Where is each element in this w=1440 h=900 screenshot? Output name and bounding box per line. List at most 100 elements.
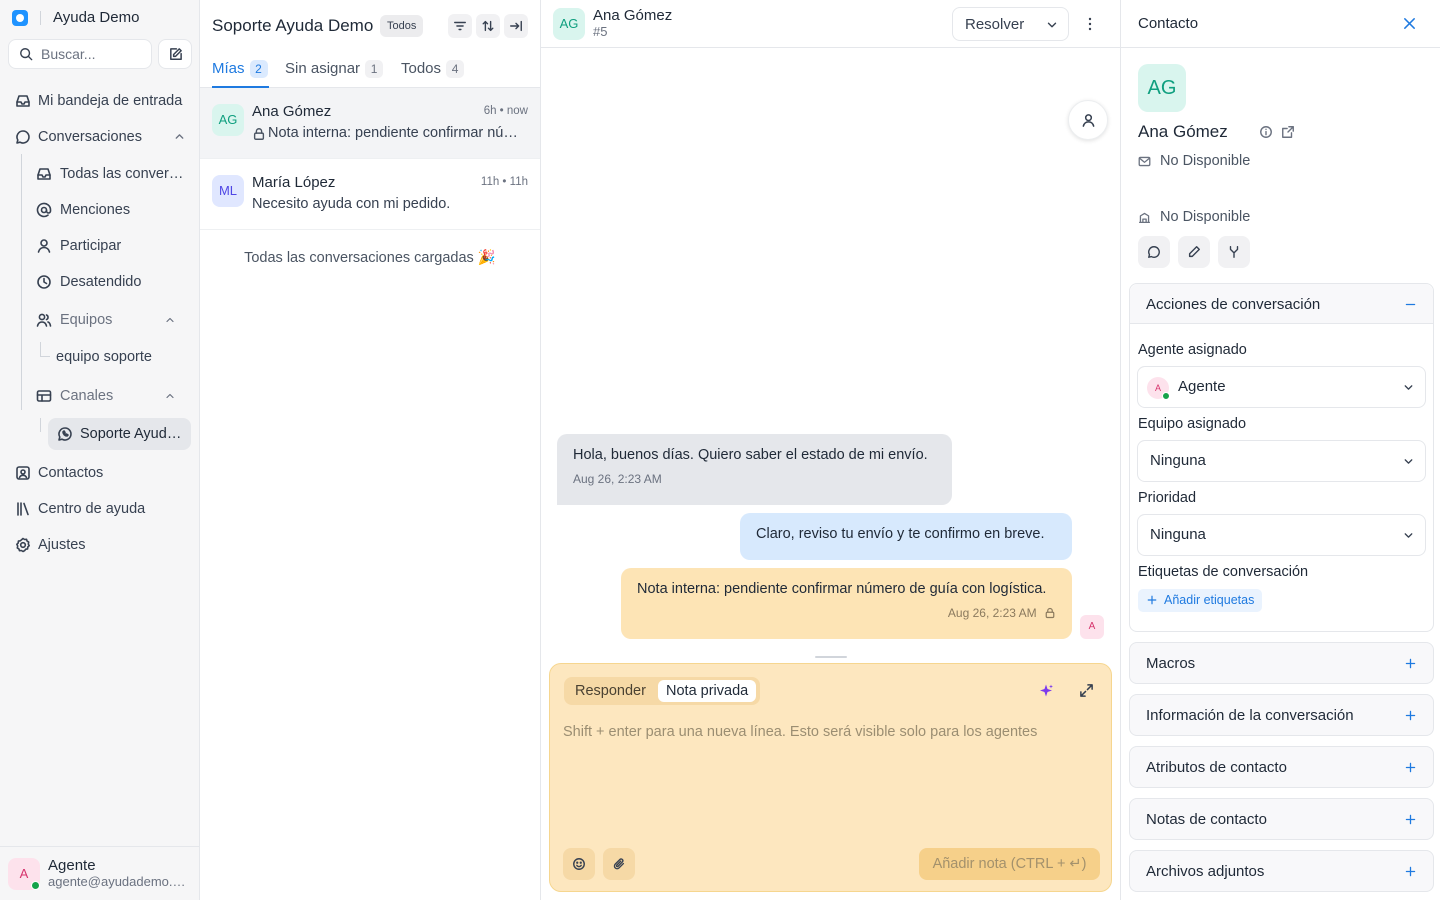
plus-icon[interactable]	[1404, 813, 1417, 826]
info-icon[interactable]	[1259, 125, 1273, 139]
more-options-icon[interactable]	[1082, 16, 1098, 32]
sidebar-item-channels[interactable]: Canales	[30, 380, 192, 412]
filter-button[interactable]	[448, 14, 472, 38]
assigned-agent-select[interactable]: A Agente	[1137, 366, 1426, 408]
contact-attributes-section[interactable]: Atributos de contacto	[1129, 746, 1434, 788]
sender-avatar: A	[1080, 615, 1104, 639]
composer-mode-toggle: Responder Nota privada	[564, 677, 760, 705]
resize-handle[interactable]	[815, 656, 847, 658]
priority-value: Ninguna	[1150, 526, 1206, 543]
private-note-mode-button[interactable]: Nota privada	[658, 680, 757, 702]
section-title: Archivos adjuntos	[1146, 863, 1265, 880]
sidebar-item-participating[interactable]: Participar	[30, 230, 192, 262]
conversation-time: 6h • now	[483, 105, 528, 117]
user-footer[interactable]: A Agente agente@ayudademo.com	[0, 846, 199, 900]
section-title: Atributos de contacto	[1146, 759, 1287, 776]
sidebar-item-team-support[interactable]: equipo soporte	[56, 349, 152, 365]
sidebar-item-channel-active[interactable]: Soporte Ayuda Demo	[48, 418, 191, 450]
sidebar-item-inbox[interactable]: Mi bandeja de entrada	[8, 85, 192, 117]
sidebar-item-label: Ajustes	[38, 537, 86, 553]
sidebar-item-unattended[interactable]: Desatendido	[30, 266, 192, 298]
contact-panel-toggle[interactable]	[1068, 100, 1108, 140]
conversation-contact-name: María López	[252, 174, 336, 191]
sidebar-item-all-conversations[interactable]: Todas las conversaciones	[30, 158, 192, 190]
message-outgoing: Claro, reviso tu envío y te confirmo en …	[740, 513, 1072, 560]
close-icon[interactable]	[1402, 16, 1417, 31]
contact-notes-section[interactable]: Notas de contacto	[1129, 798, 1434, 840]
chevron-up-icon[interactable]	[164, 390, 176, 402]
edit-contact-button[interactable]	[1178, 236, 1210, 268]
section-title: Acciones de conversación	[1146, 296, 1321, 313]
contact-card-icon	[16, 466, 30, 480]
attachments-section[interactable]: Archivos adjuntos	[1129, 850, 1434, 892]
user-name: Agente	[48, 857, 96, 874]
divider	[40, 11, 41, 25]
expand-icon[interactable]	[1079, 683, 1094, 698]
reply-composer: Responder Nota privada Añadir nota (CTRL…	[549, 663, 1112, 892]
conversation-info-section[interactable]: Información de la conversación	[1129, 694, 1434, 736]
sidebar-item-contacts[interactable]: Contactos	[8, 457, 192, 489]
add-labels-button[interactable]: Añadir etiquetas	[1138, 589, 1263, 612]
merge-contact-button[interactable]	[1218, 236, 1250, 268]
chat-bubble-icon	[16, 130, 30, 144]
compose-button[interactable]	[158, 39, 192, 69]
users-icon	[36, 313, 52, 327]
tab-all[interactable]: Todos 4	[401, 60, 465, 78]
avatar[interactable]: AG	[553, 8, 585, 40]
conversation-item[interactable]: ML María López 11h • 11h Necesito ayuda …	[200, 159, 540, 230]
chevron-down-icon[interactable]	[1045, 18, 1059, 32]
search-box[interactable]	[8, 39, 152, 69]
tab-unassigned[interactable]: Sin asignar 1	[285, 60, 384, 78]
sidebar-item-mentions[interactable]: Menciones	[30, 194, 192, 226]
building-icon	[1138, 212, 1151, 224]
conversation-id: #5	[593, 24, 608, 39]
app-logo-icon[interactable]	[12, 10, 28, 26]
filter-icon	[454, 21, 466, 31]
paperclip-icon	[613, 858, 625, 870]
chevron-up-icon[interactable]	[173, 130, 186, 143]
new-message-button[interactable]	[1138, 236, 1170, 268]
search-input[interactable]	[41, 46, 145, 62]
all-loaded-message: Todas las conversaciones cargadas 🎉	[244, 250, 496, 266]
pencil-square-icon	[170, 48, 182, 60]
online-status-icon	[31, 881, 40, 890]
tab-mine[interactable]: Mías 2	[212, 60, 268, 78]
attach-button[interactable]	[603, 848, 635, 880]
tree-line	[40, 342, 41, 356]
status-filter[interactable]: Todos	[380, 15, 424, 37]
plus-icon[interactable]	[1404, 865, 1417, 878]
collapse-button[interactable]	[504, 14, 528, 38]
sidebar-item-teams[interactable]: Equipos	[30, 304, 192, 336]
plus-icon[interactable]	[1404, 657, 1417, 670]
sort-button[interactable]	[476, 14, 500, 38]
external-link-icon[interactable]	[1281, 125, 1295, 139]
inbox-icon	[16, 95, 30, 107]
contact-name[interactable]: Ana Gómez	[593, 7, 672, 24]
message-input[interactable]	[563, 724, 1099, 824]
contact-panel: Contacto AG Ana Gómez No Disponible No D…	[1120, 0, 1440, 900]
sidebar-item-label: Centro de ayuda	[38, 501, 146, 517]
conversation-header: AG Ana Gómez #5 Resolver	[541, 0, 1120, 48]
sidebar-item-label: Conversaciones	[38, 129, 142, 145]
conversation-item[interactable]: AG Ana Gómez 6h • now Nota interna: pend…	[200, 88, 540, 159]
priority-select[interactable]: Ninguna	[1137, 514, 1426, 556]
add-note-button[interactable]: Añadir nota (CTRL + ↵)	[919, 848, 1100, 880]
minus-icon[interactable]	[1404, 298, 1417, 311]
resolve-button[interactable]: Resolver	[952, 7, 1069, 41]
chevron-up-icon[interactable]	[164, 314, 176, 326]
macros-section[interactable]: Macros	[1129, 642, 1434, 684]
assigned-team-select[interactable]: Ninguna	[1137, 440, 1426, 482]
assigned-team-label: Equipo asignado	[1138, 416, 1247, 432]
sidebar-item-conversations[interactable]: Conversaciones	[8, 121, 192, 153]
assigned-team-value: Ninguna	[1150, 452, 1206, 469]
workspace-name[interactable]: Ayuda Demo	[53, 9, 139, 26]
chevron-down-icon	[1404, 459, 1413, 464]
lock-icon	[253, 128, 265, 140]
ai-sparkle-icon[interactable]	[1038, 683, 1054, 699]
sidebar-item-help-center[interactable]: Centro de ayuda	[8, 493, 192, 525]
plus-icon[interactable]	[1404, 761, 1417, 774]
reply-mode-button[interactable]: Responder	[567, 680, 654, 702]
plus-icon[interactable]	[1404, 709, 1417, 722]
emoji-button[interactable]	[563, 848, 595, 880]
sidebar-item-settings[interactable]: Ajustes	[8, 529, 192, 561]
